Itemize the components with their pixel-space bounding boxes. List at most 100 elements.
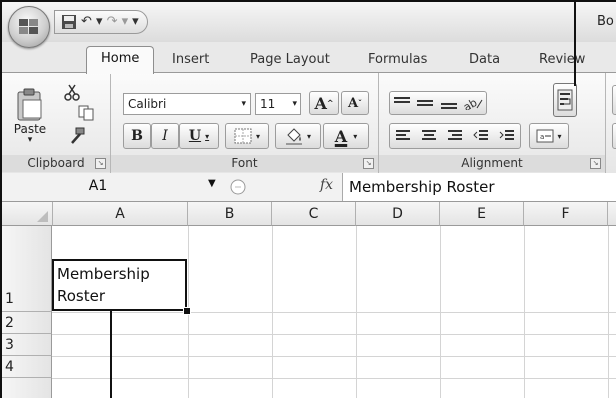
paste-button[interactable]: Paste ▾ [10,83,50,149]
align-left-icon[interactable] [395,129,411,143]
shrink-font-letter: A [347,95,359,111]
insert-function-button[interactable]: fx [320,177,333,193]
italic-letter: I [162,128,168,144]
align-center-icon[interactable] [421,129,437,143]
gridline [52,356,616,357]
grow-font-button[interactable]: A ^ [309,91,339,115]
office-button[interactable] [8,6,50,48]
number-group-partial [606,73,616,173]
decrease-indent-icon[interactable] [473,129,489,143]
worksheet-grid: A B C D E F 1 2 3 4 Membership Roster [2,202,616,398]
shrink-font-button[interactable]: Aˇ [341,91,369,115]
cut-icon[interactable] [64,83,80,101]
column-header-a[interactable]: A [53,202,188,226]
excel-window: ↶ ▾ ↷ ▾ ▾ Bo Home Insert Page Layout For… [0,0,616,398]
clipboard-label-text: Clipboard [27,156,85,170]
alignment-group: ab a ▾ Alignment ↘ [379,73,606,173]
select-all-corner[interactable] [2,202,53,226]
font-name-value: Calibri [128,97,167,111]
alignment-label-text: Alignment [461,156,523,170]
redo-icon[interactable]: ↷ ▾ [107,13,129,31]
underline-button[interactable]: U ▾ [179,123,219,149]
tab-home[interactable]: Home [86,46,155,74]
undo-icon[interactable]: ↶ ▾ [81,13,103,31]
font-group-label: Font [111,155,378,172]
ribbon: Paste ▾ Clipboard ↘ Calibri ▾ 11 ▾ A ^ A… [2,72,616,174]
column-header-b[interactable]: B [188,202,272,226]
clipboard-dialog-launcher[interactable]: ↘ [95,158,106,169]
row-header-4[interactable]: 4 [2,356,52,378]
fill-bucket-icon [285,128,302,145]
callout-line-wrap-text [574,2,576,86]
column-header-e[interactable]: E [440,202,524,226]
font-size-chevron-icon: ▾ [292,99,297,109]
formula-input[interactable]: Membership Roster [342,173,616,201]
increase-indent-icon[interactable] [499,129,515,143]
window-title: Bo [597,14,614,29]
font-color-letter: A [334,126,348,146]
cell-a1[interactable]: Membership Roster [52,259,187,311]
alignment-group-label: Alignment [379,155,605,172]
borders-button[interactable]: ▾ [225,123,269,149]
row-header-2[interactable]: 2 [2,312,52,334]
fill-color-button[interactable]: ▾ [275,123,321,149]
borders-icon [234,128,252,144]
align-bottom-icon[interactable] [440,96,458,110]
column-header-d[interactable]: D [356,202,440,226]
number-button-partial[interactable] [612,123,616,149]
alignment-dialog-launcher[interactable]: ↘ [590,158,601,169]
horizontal-align-buttons[interactable] [389,123,521,149]
bold-button[interactable]: B [123,123,151,149]
gridline [52,312,616,313]
row-header-3[interactable]: 3 [2,334,52,356]
tab-review[interactable]: Review [539,52,585,67]
name-box-chevron-icon[interactable]: ▼ [208,178,216,189]
tab-page-layout[interactable]: Page Layout [250,52,330,67]
column-header-f[interactable]: F [524,202,608,226]
font-color-chevron-icon: ▾ [353,131,358,141]
name-box-value: A1 [88,178,108,194]
name-box[interactable]: A1 ▼ [18,175,238,197]
fill-handle[interactable] [183,307,191,315]
font-size-dropdown[interactable]: 11 ▾ [255,93,301,115]
font-name-chevron-icon: ▾ [241,99,246,109]
vertical-align-buttons[interactable]: ab [389,91,487,115]
quick-access-toolbar: ↶ ▾ ↷ ▾ ▾ [54,10,148,34]
clipboard-group: Paste ▾ Clipboard ↘ [2,73,111,173]
font-color-button[interactable]: A ▾ [323,123,369,149]
orientation-icon[interactable]: ab [463,96,483,110]
bold-letter: B [131,128,143,144]
paste-dropdown-arrow[interactable]: ▾ [28,135,33,145]
font-name-dropdown[interactable]: Calibri ▾ [123,93,251,115]
align-right-icon[interactable] [447,129,463,143]
tab-data[interactable]: Data [469,52,500,67]
wrap-text-button[interactable] [553,83,577,117]
tab-formulas[interactable]: Formulas [368,52,427,67]
font-dialog-launcher[interactable]: ↘ [363,158,374,169]
copy-icon[interactable] [78,105,94,121]
format-painter-icon[interactable] [68,127,86,145]
merge-center-chevron-icon: ▾ [557,131,562,141]
gridline [52,378,616,379]
align-top-icon[interactable] [393,96,411,110]
tab-insert[interactable]: Insert [172,52,209,67]
column-header-g[interactable] [608,202,616,226]
row-header-5[interactable] [2,378,52,398]
select-all-triangle-icon [37,211,48,222]
row-header-1[interactable]: 1 [2,226,52,312]
callout-line-cell-a1 [110,311,112,398]
formula-bar: A1 ▼ fx Membership Roster [2,173,616,202]
align-middle-icon[interactable] [416,96,434,110]
formula-bar-expand-icon[interactable] [228,178,248,196]
merge-center-button[interactable]: a ▾ [529,123,569,149]
wrap-text-icon [557,89,573,111]
number-format-partial[interactable] [612,85,616,115]
column-header-c[interactable]: C [272,202,356,226]
save-icon[interactable] [61,14,77,30]
svg-text:a: a [540,133,544,141]
italic-button[interactable]: I [151,123,179,149]
customize-qat-button[interactable]: ▾ [132,13,139,31]
office-logo-icon [19,19,38,34]
borders-chevron-icon: ▾ [255,131,260,141]
title-bar: ↶ ▾ ↷ ▾ ▾ Bo [2,2,616,48]
